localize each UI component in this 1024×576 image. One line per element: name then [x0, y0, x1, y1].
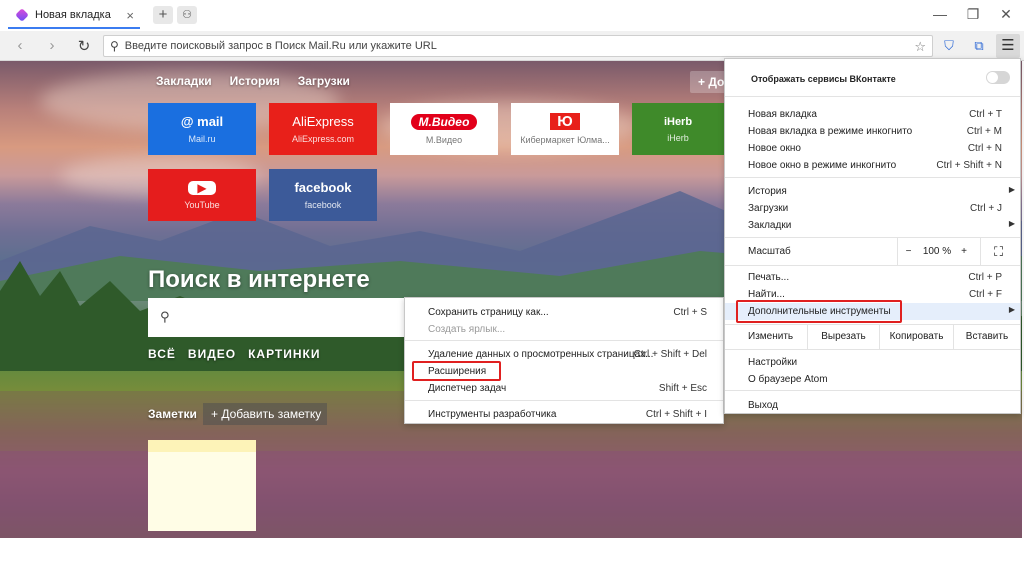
youtube-play-icon: ▶ — [188, 180, 216, 195]
web-search-input[interactable]: ⚲ — [148, 298, 408, 337]
close-tab-icon[interactable]: × — [126, 8, 134, 23]
tile-logo: AliExpress — [292, 114, 354, 129]
search-icon: ⚲ — [160, 309, 170, 324]
zoom-row: Масштаб − 100 % + ⛶ — [725, 238, 1020, 265]
menu-item-new-tab[interactable]: Новая вкладка Ctrl + T — [725, 106, 1020, 123]
menu-item-exit[interactable]: Выход — [725, 397, 1020, 414]
main-menu: Отображать сервисы ВКонтакте Новая вклад… — [724, 58, 1021, 414]
edit-label: Изменить — [748, 331, 794, 342]
address-bar[interactable]: ⚲ Введите поисковый запрос в Поиск Mail.… — [103, 35, 933, 57]
tile-caption: AliExpress.com — [291, 134, 354, 144]
shield-icon[interactable]: ⛉ — [940, 37, 958, 55]
submenu-arrow-icon: ▶ — [1008, 305, 1015, 314]
add-note-button[interactable]: + Добавить заметку — [203, 403, 327, 425]
minimize-icon[interactable]: — — [930, 6, 950, 22]
zoom-label: Масштаб — [748, 246, 791, 257]
search-tab-video[interactable]: ВИДЕО — [188, 347, 236, 361]
forward-icon[interactable]: › — [43, 37, 61, 54]
tile-caption: facebook — [304, 200, 342, 210]
search-tab-all[interactable]: ВСЁ — [148, 347, 176, 361]
tile-youtube[interactable]: ▶ YouTube — [148, 169, 256, 221]
submenu-arrow-icon: ▶ — [1008, 185, 1015, 194]
menu-item-bookmarks[interactable]: Закладки ▶ — [725, 217, 1020, 234]
tile-logo: Ю — [550, 113, 580, 130]
menu-item-about[interactable]: О браузере Atom — [725, 371, 1020, 388]
menu-item-create-shortcut: Создать ярлык... — [428, 324, 506, 335]
menu-item-downloads[interactable]: Загрузки Ctrl + J — [725, 200, 1020, 217]
restore-icon[interactable]: ❐ — [963, 6, 983, 23]
tile-logo: facebook — [294, 180, 352, 195]
toolbar: ‹ › ↻ ⚲ Введите поисковый запрос в Поиск… — [0, 31, 1024, 61]
more-tools-highlight — [736, 300, 902, 323]
submenu-arrow-icon: ▶ — [1008, 219, 1015, 228]
tile-logo: @ mail — [180, 114, 224, 129]
back-icon[interactable]: ‹ — [11, 37, 29, 54]
notes-label: Заметки — [148, 407, 197, 421]
bookmark-star-icon[interactable]: ☆ — [914, 39, 926, 55]
extensions-highlight — [412, 361, 501, 381]
menu-item-print[interactable]: Печать... Ctrl + P — [725, 269, 1020, 286]
vk-services-toggle[interactable] — [986, 71, 1010, 84]
link-bookmarks[interactable]: Закладки — [156, 74, 212, 88]
link-history[interactable]: История — [230, 74, 280, 88]
link-downloads[interactable]: Загрузки — [298, 74, 350, 88]
zoom-in-button[interactable]: + — [955, 238, 973, 265]
search-icon: ⚲ — [110, 39, 119, 53]
menu-item-dev-tools[interactable]: Инструменты разработчика Ctrl + Shift + … — [405, 406, 723, 423]
atom-logo-icon — [15, 8, 29, 22]
zoom-value: 100 % — [922, 246, 952, 257]
tile-mvideo[interactable]: М.Видео М.Видео — [390, 103, 498, 155]
tile-facebook[interactable]: facebook facebook — [269, 169, 377, 221]
tile-logo: М.Видео — [410, 113, 478, 130]
tile-caption: Mail.ru — [188, 134, 216, 144]
vk-services-row: Отображать сервисы ВКонтакте — [751, 74, 896, 84]
tile-mailru[interactable]: @ mail Mail.ru — [148, 103, 256, 155]
windows-icon[interactable]: ⧉ — [970, 37, 988, 55]
menu-item-new-incognito-tab[interactable]: Новая вкладка в режиме инкогнито Ctrl + … — [725, 123, 1020, 140]
tile-ulmart[interactable]: Ю Кибермаркет Юлма... — [511, 103, 619, 155]
cut-button[interactable]: Вырезать — [807, 325, 879, 349]
edit-row: Изменить Вырезать Копировать Вставить — [725, 325, 1020, 349]
address-placeholder: Введите поисковый запрос в Поиск Mail.Ru… — [124, 40, 437, 52]
search-tab-images[interactable]: КАРТИНКИ — [248, 347, 320, 361]
menu-item-settings[interactable]: Настройки — [725, 354, 1020, 371]
menu-item-task-manager[interactable]: Диспетчер задач Shift + Esc — [405, 380, 723, 397]
fullscreen-icon[interactable]: ⛶ — [980, 238, 1016, 265]
more-tools-submenu: Сохранить страницу как... Ctrl + S Созда… — [404, 297, 724, 424]
menu-icon[interactable]: ☰ — [996, 34, 1020, 58]
paste-button[interactable]: Вставить — [953, 325, 1020, 349]
menu-item-new-window[interactable]: Новое окно Ctrl + N — [725, 140, 1020, 157]
copy-button[interactable]: Копировать — [879, 325, 953, 349]
tab-new-tab[interactable]: Новая вкладка × — [8, 3, 140, 29]
menu-item-new-incognito-window[interactable]: Новое окно в режиме инкогнито Ctrl + Shi… — [725, 157, 1020, 174]
tile-caption: YouTube — [184, 199, 220, 210]
menu-item-history[interactable]: История ▶ — [725, 183, 1020, 200]
tile-aliexpress[interactable]: AliExpress AliExpress.com — [269, 103, 377, 155]
tile-logo: iHerb — [663, 115, 693, 128]
reload-icon[interactable]: ↻ — [75, 37, 93, 55]
search-title: Поиск в интернете — [148, 266, 370, 293]
incognito-icon[interactable]: ⚇ — [177, 6, 197, 24]
menu-item-save-page[interactable]: Сохранить страницу как... Ctrl + S — [405, 304, 723, 321]
tile-iherb[interactable]: iHerb iHerb — [632, 103, 724, 155]
tab-title: Новая вкладка — [35, 9, 111, 21]
note-card[interactable] — [148, 440, 256, 531]
search-tabs: ВСЁ ВИДЕО КАРТИНКИ — [148, 347, 321, 361]
new-tab-button[interactable]: + — [153, 6, 173, 24]
close-window-icon[interactable]: ✕ — [996, 6, 1016, 23]
quick-links: Закладки История Загрузки — [156, 74, 350, 88]
tile-caption: Кибермаркет Юлма... — [520, 135, 610, 145]
tile-caption: М.Видео — [425, 134, 463, 145]
title-bar: Новая вкладка × + ⚇ — ❐ ✕ — [0, 0, 1024, 31]
zoom-out-button[interactable]: − — [897, 238, 919, 265]
tile-caption: iHerb — [667, 132, 689, 143]
